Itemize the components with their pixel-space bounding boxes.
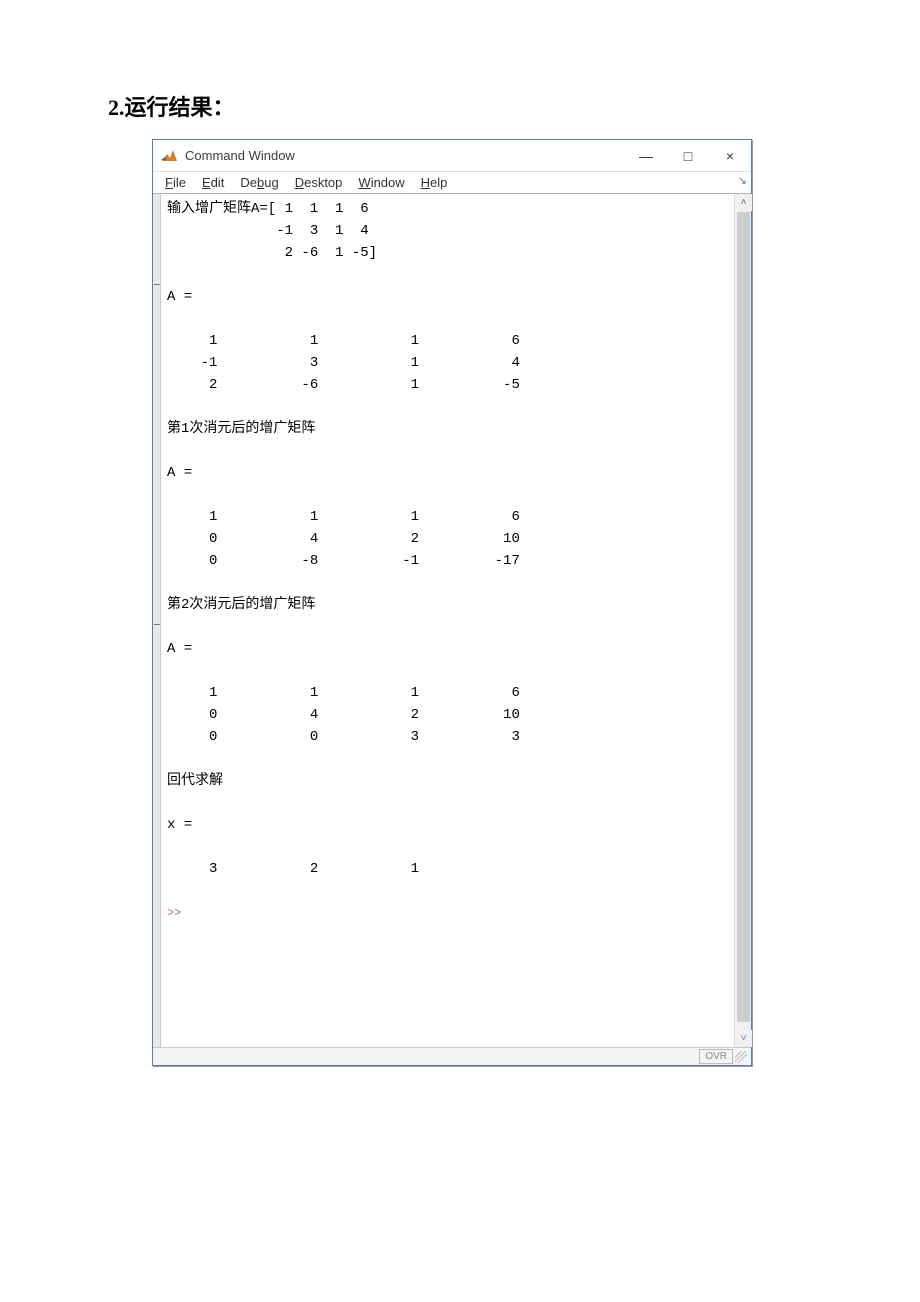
resize-grip-icon[interactable] <box>735 1051 747 1063</box>
output-line: x = <box>167 817 192 833</box>
output-line: 2 -6 1 -5 <box>167 377 520 393</box>
output-line: 第1次消元后的增广矩阵 <box>167 421 315 437</box>
output-line: 2 -6 1 -5] <box>167 245 377 261</box>
minimize-button[interactable]: — <box>625 140 667 172</box>
content-area: 输入增广矩阵A=[ 1 1 1 6 -1 3 1 4 2 -6 1 -5] A … <box>153 194 751 1047</box>
menu-edit[interactable]: Edit <box>194 175 232 190</box>
output-line: 1 1 1 6 <box>167 509 520 525</box>
gutter-mark <box>154 284 160 285</box>
output-line: 0 4 2 10 <box>167 531 520 547</box>
prompt[interactable]: >> <box>167 906 189 920</box>
output-line: 输入增广矩阵A=[ 1 1 1 6 <box>167 201 369 217</box>
output-line: A = <box>167 289 192 305</box>
output-line: A = <box>167 465 192 481</box>
matlab-logo-icon <box>159 146 179 166</box>
menu-help[interactable]: Help <box>413 175 456 190</box>
menu-debug[interactable]: Debug <box>232 175 286 190</box>
maximize-button[interactable]: □ <box>667 140 709 172</box>
dock-toggle-icon[interactable]: ↘ <box>738 174 747 187</box>
output-line: 0 0 3 3 <box>167 729 520 745</box>
output-line: -1 3 1 4 <box>167 223 369 239</box>
output-line: -1 3 1 4 <box>167 355 520 371</box>
command-window: Command Window — □ × File Edit Debug Des… <box>152 139 752 1066</box>
statusbar: OVR <box>153 1047 751 1065</box>
window-title: Command Window <box>185 148 295 163</box>
console-output[interactable]: 输入增广矩阵A=[ 1 1 1 6 -1 3 1 4 2 -6 1 -5] A … <box>153 194 751 1047</box>
output-line: A = <box>167 641 192 657</box>
output-line: 3 2 1 <box>167 861 419 877</box>
output-line: 第2次消元后的增广矩阵 <box>167 597 315 613</box>
output-line: 0 -8 -1 -17 <box>167 553 520 569</box>
menu-file[interactable]: File <box>157 175 194 190</box>
scroll-down-icon[interactable]: ˅ <box>735 1030 752 1047</box>
scroll-up-icon[interactable]: ˄ <box>735 194 752 211</box>
scroll-thumb[interactable] <box>737 212 750 1022</box>
page-heading: 2.运行结果： <box>108 90 235 122</box>
output-line: 1 1 1 6 <box>167 685 520 701</box>
output-line: 0 4 2 10 <box>167 707 520 723</box>
gutter <box>153 194 161 1047</box>
menu-window[interactable]: Window <box>350 175 412 190</box>
menubar: File Edit Debug Desktop Window Help ↘ <box>153 172 751 194</box>
titlebar: Command Window — □ × <box>153 140 751 172</box>
close-button[interactable]: × <box>709 140 751 172</box>
ovr-indicator: OVR <box>699 1049 733 1064</box>
output-line: 回代求解 <box>167 773 223 789</box>
window-controls: — □ × <box>625 140 751 172</box>
gutter-mark <box>154 624 160 625</box>
menu-desktop[interactable]: Desktop <box>287 175 351 190</box>
vertical-scrollbar[interactable]: ˄ ˅ <box>734 194 751 1047</box>
output-line: 1 1 1 6 <box>167 333 520 349</box>
